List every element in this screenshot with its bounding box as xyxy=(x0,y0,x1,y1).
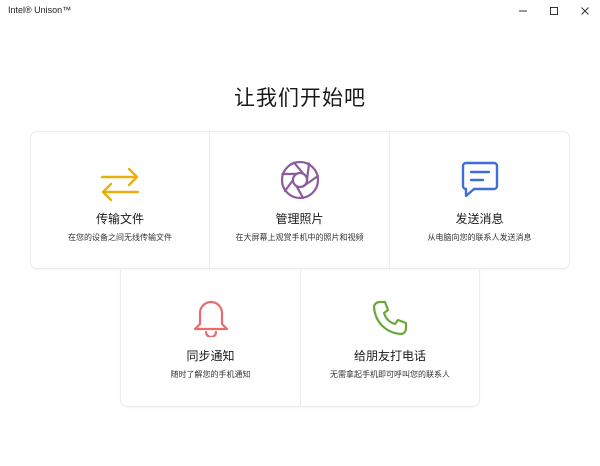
feature-description: 在大屏幕上观赏手机中的照片和视频 xyxy=(235,233,364,242)
chat-bubble-icon xyxy=(461,161,498,198)
feature-title: 传输文件 xyxy=(95,212,144,226)
feature-title: 发送消息 xyxy=(455,212,504,226)
feature-title: 给朋友打电话 xyxy=(353,349,426,363)
phone-icon xyxy=(372,300,408,336)
feature-description: 在您的设备之间无线传输文件 xyxy=(68,233,172,242)
title-bar: Intel® Unison™ xyxy=(0,0,600,22)
feature-description: 无需拿起手机即可呼叫您的联系人 xyxy=(330,370,450,379)
close-icon xyxy=(581,7,589,15)
maximize-icon xyxy=(550,7,558,15)
feature-card-transfer[interactable]: 传输文件 在您的设备之间无线传输文件 xyxy=(31,132,209,268)
close-button[interactable] xyxy=(569,0,600,22)
feature-description: 从电脑向您的联系人发送消息 xyxy=(427,233,532,242)
app-title: Intel® Unison™ xyxy=(8,5,72,15)
feature-card-photos[interactable]: 管理照片 在大屏幕上观赏手机中的照片和视频 xyxy=(210,132,389,268)
minimize-icon xyxy=(519,10,527,12)
minimize-button[interactable] xyxy=(507,0,539,22)
feature-card-messages[interactable]: 发送消息 从电脑向您的联系人发送消息 xyxy=(390,132,569,268)
aperture-icon xyxy=(280,160,319,200)
page-heading: 让我们开始吧 xyxy=(234,86,366,110)
feature-title: 同步通知 xyxy=(186,349,235,363)
transfer-arrows-icon xyxy=(100,167,140,202)
feature-description: 随时了解您的手机通知 xyxy=(170,370,251,379)
feature-title: 管理照片 xyxy=(275,212,324,226)
maximize-button[interactable] xyxy=(538,0,570,22)
feature-card-notifications[interactable]: 同步通知 随时了解您的手机通知 xyxy=(121,269,300,406)
bell-icon xyxy=(193,300,228,337)
feature-card-calls[interactable]: 给朋友打电话 无需拿起手机即可呼叫您的联系人 xyxy=(301,269,479,406)
